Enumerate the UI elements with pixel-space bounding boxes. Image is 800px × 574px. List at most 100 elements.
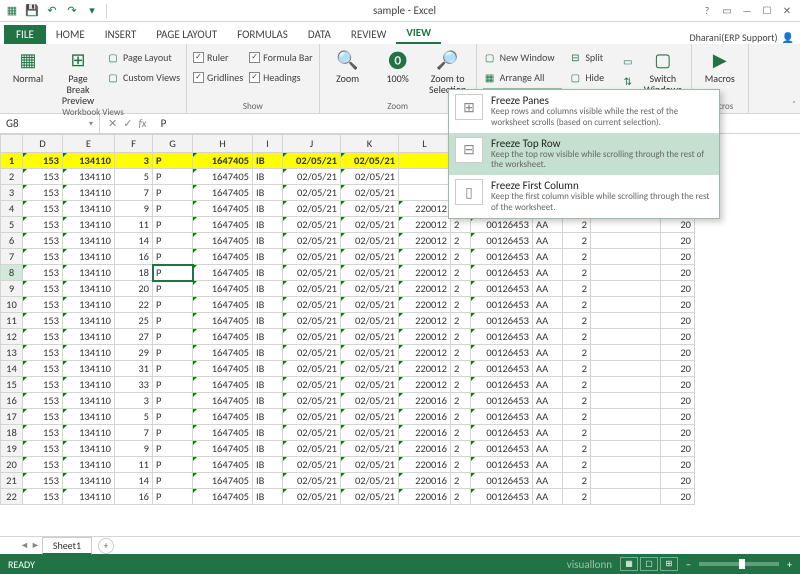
- row-header[interactable]: 1: [1, 153, 23, 169]
- column-header[interactable]: K: [341, 135, 399, 153]
- freeze-panes-item[interactable]: ⊞ Freeze PanesKeep rows and columns visi…: [449, 90, 719, 133]
- sync-scroll-button[interactable]: ⇅: [621, 72, 635, 90]
- switch-windows-button[interactable]: ▢Switch Windows: [641, 46, 685, 95]
- row-header[interactable]: 21: [1, 473, 23, 489]
- row-header[interactable]: 9: [1, 281, 23, 297]
- table-row[interactable]: 1515313411033P1647405IB02/05/2102/05/212…: [1, 377, 695, 393]
- arrange-all-button[interactable]: ▦Arrange All: [483, 68, 563, 86]
- close-icon[interactable]: ✕: [780, 4, 794, 18]
- side-by-side-button[interactable]: ▭: [621, 52, 635, 70]
- tab-review[interactable]: REVIEW: [341, 25, 397, 44]
- row-header[interactable]: 3: [1, 185, 23, 201]
- page-layout-button[interactable]: ▢Page Layout: [106, 48, 180, 66]
- row-header[interactable]: 17: [1, 409, 23, 425]
- row-header[interactable]: 14: [1, 361, 23, 377]
- table-row[interactable]: 1415313411031P1647405IB02/05/2102/05/212…: [1, 361, 695, 377]
- freeze-first-column-item[interactable]: ▯ Freeze First ColumnKeep the first colu…: [449, 175, 719, 218]
- table-row[interactable]: 161531341103P1647405IB02/05/2102/05/2122…: [1, 393, 695, 409]
- user-account[interactable]: Dharani(ERP Support) 👤: [689, 31, 800, 44]
- row-header[interactable]: 16: [1, 393, 23, 409]
- row-header[interactable]: 2: [1, 169, 23, 185]
- save-icon[interactable]: 💾: [24, 3, 40, 19]
- row-header[interactable]: 7: [1, 249, 23, 265]
- row-header[interactable]: 13: [1, 345, 23, 361]
- normal-button[interactable]: ▦Normal: [6, 46, 50, 84]
- minimize-icon[interactable]: —: [740, 4, 754, 18]
- table-row[interactable]: 1015313411022P1647405IB02/05/2102/05/212…: [1, 297, 695, 313]
- table-row[interactable]: 1315313411029P1647405IB02/05/2102/05/212…: [1, 345, 695, 361]
- table-row[interactable]: 171531341105P1647405IB02/05/2102/05/2122…: [1, 409, 695, 425]
- sheet-tab[interactable]: Sheet1: [42, 537, 92, 555]
- table-row[interactable]: 2215313411016P1647405IB02/05/2102/05/212…: [1, 489, 695, 505]
- zoom-in-button[interactable]: +: [787, 558, 792, 571]
- qat-customize-icon[interactable]: ▾: [84, 3, 100, 19]
- row-header[interactable]: 8: [1, 265, 23, 281]
- chevron-down-icon[interactable]: ▾: [89, 119, 93, 129]
- zoom-100-button[interactable]: ⓿100%: [376, 46, 420, 84]
- page-break-button[interactable]: ⊞Page Break Preview: [56, 46, 100, 106]
- column-header[interactable]: J: [283, 135, 341, 153]
- maximize-icon[interactable]: ☐: [760, 4, 774, 18]
- add-sheet-button[interactable]: +: [98, 538, 114, 554]
- row-header[interactable]: 11: [1, 313, 23, 329]
- hide-button[interactable]: ▢Hide: [568, 68, 614, 86]
- column-header[interactable]: H: [193, 135, 253, 153]
- table-row[interactable]: 615313411014P1647405IB02/05/2102/05/2122…: [1, 233, 695, 249]
- column-header[interactable]: F: [115, 135, 153, 153]
- freeze-top-row-item[interactable]: ⊟ Freeze Top RowKeep the top row visible…: [449, 133, 719, 176]
- tab-data[interactable]: DATA: [298, 25, 341, 44]
- row-header[interactable]: 15: [1, 377, 23, 393]
- macros-button[interactable]: ▶Macros: [698, 46, 742, 84]
- row-header[interactable]: 20: [1, 457, 23, 473]
- tab-home[interactable]: HOME: [46, 25, 95, 44]
- tab-pagelayout[interactable]: PAGE LAYOUT: [146, 25, 227, 44]
- ribbon-options-icon[interactable]: ▭: [720, 4, 734, 18]
- collapse-ribbon-icon[interactable]: ˆ: [792, 98, 796, 111]
- sheet-nav[interactable]: ◄►: [20, 540, 40, 551]
- row-header[interactable]: 18: [1, 425, 23, 441]
- row-header[interactable]: 19: [1, 441, 23, 457]
- row-header[interactable]: 4: [1, 201, 23, 217]
- split-button[interactable]: ⊟Split: [568, 48, 614, 66]
- column-header[interactable]: E: [63, 135, 115, 153]
- table-row[interactable]: 191531341109P1647405IB02/05/2102/05/2122…: [1, 441, 695, 457]
- row-header[interactable]: 5: [1, 217, 23, 233]
- view-buttons[interactable]: ▦▢⊞: [620, 557, 678, 571]
- help-icon[interactable]: ?: [700, 4, 714, 18]
- custom-views-button[interactable]: ▢Custom Views: [106, 68, 180, 86]
- tab-file[interactable]: FILE: [4, 25, 46, 44]
- table-row[interactable]: 1215313411027P1647405IB02/05/2102/05/212…: [1, 329, 695, 345]
- zoom-slider[interactable]: [699, 562, 779, 566]
- column-header[interactable]: D: [23, 135, 63, 153]
- table-row[interactable]: 815313411018P1647405IB02/05/2102/05/2122…: [1, 265, 695, 281]
- table-row[interactable]: 2115313411014P1647405IB02/05/2102/05/212…: [1, 473, 695, 489]
- zoom-out-button[interactable]: −: [686, 558, 691, 571]
- table-row[interactable]: 181531341107P1647405IB02/05/2102/05/2122…: [1, 425, 695, 441]
- row-header[interactable]: 22: [1, 489, 23, 505]
- formulabar-checkbox[interactable]: ✓Formula Bar: [249, 48, 313, 66]
- table-row[interactable]: 515313411011P1647405IB02/05/2102/05/2122…: [1, 217, 695, 233]
- group-show: ✓Ruler ✓Gridlines ✓Formula Bar ✓Headings…: [187, 44, 320, 113]
- table-row[interactable]: 915313411020P1647405IB02/05/2102/05/2122…: [1, 281, 695, 297]
- zoom-button[interactable]: 🔍Zoom: [326, 46, 370, 84]
- column-header[interactable]: L: [399, 135, 451, 153]
- table-row[interactable]: 1115313411025P1647405IB02/05/2102/05/212…: [1, 313, 695, 329]
- redo-icon[interactable]: ↷: [64, 3, 80, 19]
- row-header[interactable]: 12: [1, 329, 23, 345]
- tab-insert[interactable]: INSERT: [95, 25, 147, 44]
- headings-checkbox[interactable]: ✓Headings: [249, 68, 313, 86]
- gridlines-checkbox[interactable]: ✓Gridlines: [193, 68, 243, 86]
- tab-formulas[interactable]: FORMULAS: [227, 25, 298, 44]
- column-header[interactable]: I: [253, 135, 283, 153]
- zoom-selection-button[interactable]: 🔎Zoom to Selection: [426, 46, 470, 95]
- table-row[interactable]: 715313411016P1647405IB02/05/2102/05/2122…: [1, 249, 695, 265]
- tab-view[interactable]: VIEW: [396, 23, 441, 44]
- undo-icon[interactable]: ↶: [44, 3, 60, 19]
- new-window-button[interactable]: ▢New Window: [483, 48, 563, 66]
- normal-icon: ▦: [15, 48, 41, 72]
- row-header[interactable]: 6: [1, 233, 23, 249]
- column-header[interactable]: G: [153, 135, 193, 153]
- ruler-checkbox[interactable]: ✓Ruler: [193, 48, 243, 66]
- table-row[interactable]: 2015313411011P1647405IB02/05/2102/05/212…: [1, 457, 695, 473]
- row-header[interactable]: 10: [1, 297, 23, 313]
